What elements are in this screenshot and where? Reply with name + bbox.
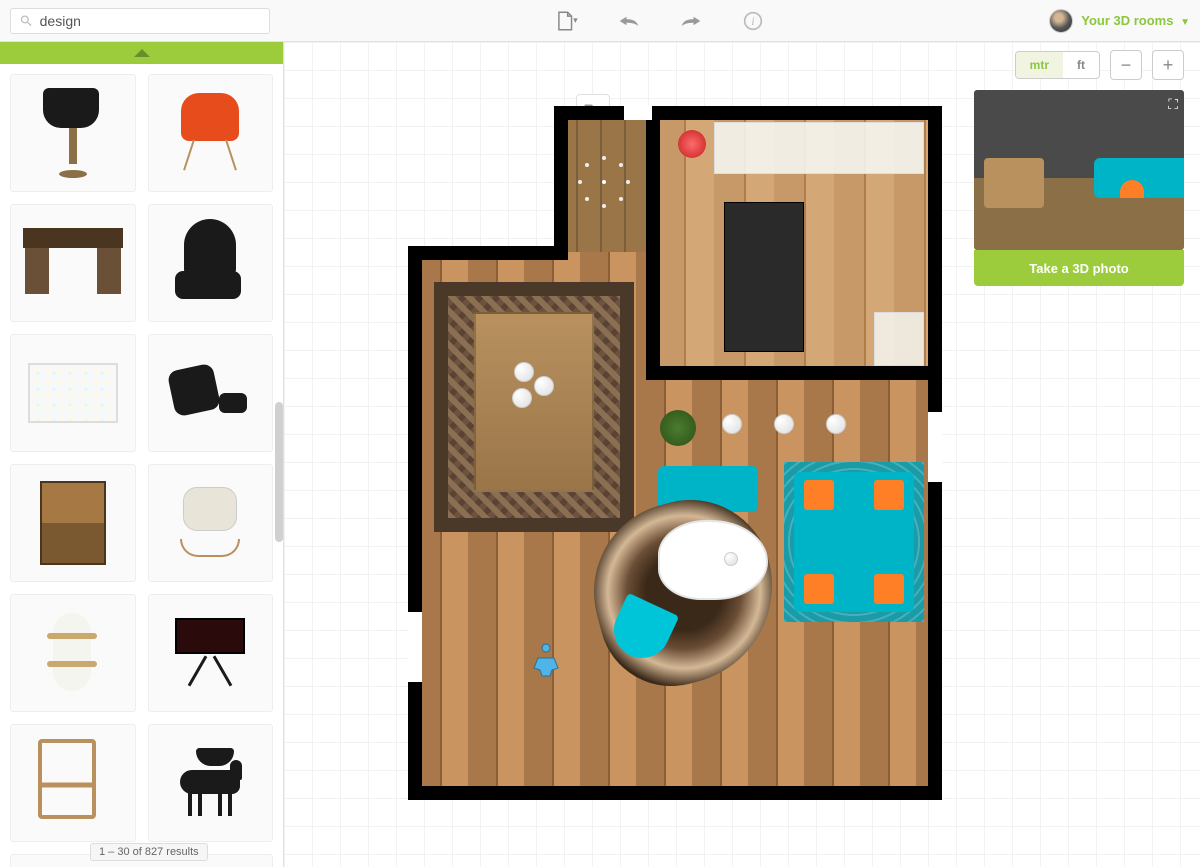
window-opening bbox=[928, 412, 942, 482]
search-input[interactable] bbox=[40, 13, 261, 29]
table-decor-1[interactable] bbox=[514, 362, 534, 382]
dining-table[interactable] bbox=[474, 312, 594, 492]
catalog-item-dresser-white-painted[interactable] bbox=[10, 334, 136, 452]
catalog-item-candleholder-tall-white[interactable] bbox=[10, 594, 136, 712]
catalog-scroll[interactable] bbox=[0, 64, 283, 867]
chandelier[interactable] bbox=[574, 152, 634, 212]
pillow-3 bbox=[804, 574, 834, 604]
unit-imperial-button[interactable]: ft bbox=[1063, 52, 1099, 78]
wall bbox=[408, 786, 940, 800]
zoom-in-button[interactable]: + bbox=[1152, 50, 1184, 80]
table-item[interactable] bbox=[724, 552, 738, 566]
pillow-2 bbox=[874, 480, 904, 510]
preview-lamp bbox=[1120, 180, 1144, 198]
stove-burner[interactable] bbox=[678, 130, 706, 158]
floorplan[interactable] bbox=[414, 112, 934, 792]
floor-light-3[interactable] bbox=[826, 414, 846, 434]
preview-3d[interactable]: ⛶ bbox=[974, 90, 1184, 250]
wall bbox=[646, 366, 942, 380]
pillow-4 bbox=[874, 574, 904, 604]
window-opening-2 bbox=[408, 612, 422, 682]
kitchen-counter-top[interactable] bbox=[714, 122, 924, 174]
catalog-item-eames-chair-orange[interactable] bbox=[148, 74, 274, 192]
wall bbox=[408, 246, 422, 798]
unit-zoom-bar: mtr ft − + bbox=[974, 50, 1184, 80]
catalog-sidebar: 1 – 30 of 827 results bbox=[0, 42, 284, 867]
sidebar-collapse-button[interactable] bbox=[0, 42, 283, 64]
rooms-dropdown-label: Your 3D rooms bbox=[1081, 13, 1173, 28]
table-decor-2[interactable] bbox=[534, 376, 554, 396]
catalog-item-folding-table-red[interactable] bbox=[148, 594, 274, 712]
user-menu-area: Your 3D rooms ▼ bbox=[1049, 9, 1190, 33]
catalog-item-writing-desk-dark[interactable] bbox=[10, 204, 136, 322]
search-icon bbox=[19, 13, 34, 29]
kitchen-cabinet[interactable] bbox=[874, 312, 924, 366]
catalog-item-armchair-black-ornate[interactable] bbox=[148, 204, 274, 322]
search-box[interactable] bbox=[10, 8, 270, 34]
catalog-item-lamp-black-tripod[interactable] bbox=[10, 74, 136, 192]
wall bbox=[646, 106, 660, 374]
catalog-item-wooden-highchair[interactable] bbox=[10, 724, 136, 842]
new-document-button[interactable]: ▾ bbox=[556, 10, 578, 32]
take-3d-photo-button[interactable]: Take a 3D photo bbox=[974, 250, 1184, 286]
catalog-item-horse-lamp-black[interactable] bbox=[148, 724, 274, 842]
wall bbox=[554, 106, 940, 120]
rooms-dropdown[interactable]: Your 3D rooms ▼ bbox=[1081, 13, 1190, 28]
user-avatar[interactable] bbox=[1049, 9, 1073, 33]
zoom-out-button[interactable]: − bbox=[1110, 50, 1142, 80]
catalog-item-rocking-chair-cream[interactable] bbox=[148, 464, 274, 582]
wall bbox=[554, 106, 568, 258]
results-count: 1 – 30 of 827 results bbox=[90, 843, 208, 861]
unit-metric-button[interactable]: mtr bbox=[1016, 52, 1063, 78]
right-panel: mtr ft − + ⛶ Take a 3D photo bbox=[974, 50, 1184, 286]
floor-light-2[interactable] bbox=[774, 414, 794, 434]
chevron-down-icon: ▼ bbox=[1180, 17, 1190, 28]
main-area: 1 – 30 of 827 results ◂||▸ New bbox=[0, 42, 1200, 867]
triangle-up-icon bbox=[134, 49, 150, 57]
topbar-center-tools: ▾ i bbox=[270, 10, 1049, 32]
undo-button[interactable] bbox=[618, 10, 640, 32]
wall bbox=[408, 246, 568, 260]
coffee-table-white[interactable] bbox=[658, 520, 768, 600]
svg-text:i: i bbox=[751, 15, 754, 28]
person-figure[interactable] bbox=[528, 642, 564, 678]
topbar: ▾ i Your 3D rooms ▼ bbox=[0, 0, 1200, 42]
unit-toggle: mtr ft bbox=[1015, 51, 1100, 79]
catalog-item-lounge-chair-ottoman-black[interactable] bbox=[148, 334, 274, 452]
redo-button[interactable] bbox=[680, 10, 702, 32]
catalog-item-cabinet-amber-wood[interactable] bbox=[10, 464, 136, 582]
info-button[interactable]: i bbox=[742, 10, 764, 32]
scrollbar-thumb[interactable] bbox=[275, 402, 283, 542]
pillow-1 bbox=[804, 480, 834, 510]
floor-light-1[interactable] bbox=[722, 414, 742, 434]
sofa-teal-large[interactable] bbox=[794, 472, 914, 612]
kitchen-island[interactable] bbox=[724, 202, 804, 352]
fullscreen-icon[interactable]: ⛶ bbox=[1168, 96, 1178, 113]
plant[interactable] bbox=[660, 410, 696, 446]
table-decor-3[interactable] bbox=[512, 388, 532, 408]
catalog-grid bbox=[10, 74, 273, 867]
floorplan-canvas[interactable]: ◂||▸ New bbox=[284, 42, 1200, 867]
door-opening bbox=[624, 106, 652, 120]
